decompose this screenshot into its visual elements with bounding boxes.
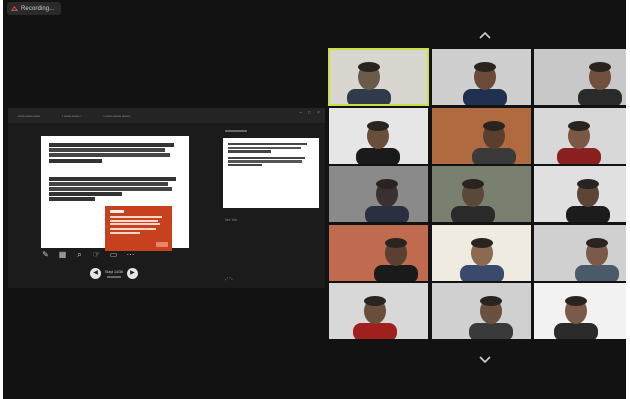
next-slide-paragraph [228, 156, 314, 167]
next-slide-paragraph [228, 143, 314, 153]
chevron-up-icon[interactable] [478, 30, 492, 40]
notification-popup[interactable] [105, 206, 172, 251]
previous-slide-button[interactable]: ◀ [90, 268, 101, 279]
recording-icon [11, 6, 18, 11]
presenter-toolbar: ▪▪▪▪▪▪ ▪▪▪▪▪▪▪ ▪▪▪▪▪▪ ▪ ▪▪▪▪▪▪▪ ▪▪▪▪▪▪▪ … [8, 108, 325, 123]
participant-video-tile[interactable] [534, 49, 626, 105]
minimize-icon[interactable]: – [298, 111, 303, 116]
participant-video-tile[interactable] [534, 108, 626, 164]
slide-paragraph [49, 176, 181, 202]
slide-timer [106, 275, 121, 278]
next-slide-title [225, 130, 247, 132]
participant-video [534, 49, 626, 105]
presenter-side-panel: Not Yok ⤢ ⤡ [221, 126, 321, 286]
popup-button[interactable] [156, 242, 168, 247]
participant-video-tile[interactable] [534, 166, 626, 222]
participant-video-tile[interactable] [432, 49, 531, 105]
meeting-window: Recording... ▪▪▪▪▪▪ ▪▪▪▪▪▪▪ ▪▪▪▪▪▪ ▪ ▪▪▪… [3, 0, 626, 399]
participant-video-tile[interactable] [432, 225, 531, 281]
participant-video [432, 49, 531, 105]
participant-video-tile[interactable] [329, 166, 428, 222]
maximize-icon[interactable]: □ [307, 111, 312, 116]
presenter-tools: ✎ ▦ ⌕ ☞ ▭ ⋯ [41, 250, 135, 259]
participant-video-tile[interactable] [534, 225, 626, 281]
participant-video-tile[interactable] [432, 283, 531, 339]
close-icon[interactable]: × [316, 111, 321, 116]
participant-video [432, 166, 531, 222]
pen-icon[interactable]: ✎ [41, 250, 50, 259]
zoom-icon[interactable]: ⌕ [75, 250, 84, 259]
participant-video [534, 108, 626, 164]
presenter-tab-2[interactable]: ▪ ▪▪▪▪▪▪▪ ▪▪▪▪▪▪▪ ▪ [62, 114, 82, 118]
participant-video-tile[interactable] [329, 108, 428, 164]
participant-video [534, 283, 626, 339]
participant-video [534, 166, 626, 222]
participant-video-tile[interactable] [328, 48, 429, 106]
participant-video [329, 283, 428, 339]
screen-icon[interactable]: ▭ [109, 250, 118, 259]
notes-label: Not Yok [225, 218, 238, 222]
participant-video-tile[interactable] [432, 166, 531, 222]
popup-title [110, 210, 167, 213]
participant-video [432, 225, 531, 281]
recording-label: Recording... [21, 5, 55, 12]
slide-navigation: ◀ Slayt 14/36 ▶ [90, 268, 138, 279]
next-slide-button[interactable]: ▶ [126, 268, 138, 279]
popup-text [110, 216, 167, 234]
participant-video [329, 166, 428, 222]
participant-video [329, 225, 428, 281]
notes-zoom-icon[interactable]: ⤢ ⤡ [225, 276, 233, 281]
pointer-icon[interactable]: ☞ [92, 250, 101, 259]
presenter-tab-3[interactable]: ▪ ▪▪▪▪▪▪ ▪▪▪▪▪▪▪▪ ▪▪▪▪▪▪▪▪ [103, 114, 130, 118]
recording-indicator[interactable]: Recording... [7, 2, 61, 15]
grid-icon[interactable]: ▦ [58, 250, 67, 259]
participant-video [534, 225, 626, 281]
participant-video [432, 283, 531, 339]
next-slide-preview[interactable] [223, 138, 319, 208]
participant-video-tile[interactable] [432, 108, 531, 164]
presenter-tab-1[interactable]: ▪▪▪▪▪▪ ▪▪▪▪▪▪▪ ▪▪▪▪▪▪ [18, 114, 40, 118]
more-icon[interactable]: ⋯ [126, 250, 135, 259]
participant-video [329, 108, 428, 164]
participant-video [329, 49, 428, 105]
participant-video-tile[interactable] [329, 283, 428, 339]
window-controls: – □ × [298, 111, 321, 116]
slide-position: Slayt 14/36 [105, 270, 123, 278]
participant-video-tile[interactable] [329, 225, 428, 281]
slide-paragraph [49, 143, 181, 163]
chevron-down-icon[interactable] [478, 355, 492, 365]
participant-video [432, 108, 531, 164]
participant-video-tile[interactable] [534, 283, 626, 339]
slide-position-label: Slayt 14/36 [105, 269, 123, 274]
shared-screen: ▪▪▪▪▪▪ ▪▪▪▪▪▪▪ ▪▪▪▪▪▪ ▪ ▪▪▪▪▪▪▪ ▪▪▪▪▪▪▪ … [8, 108, 325, 288]
